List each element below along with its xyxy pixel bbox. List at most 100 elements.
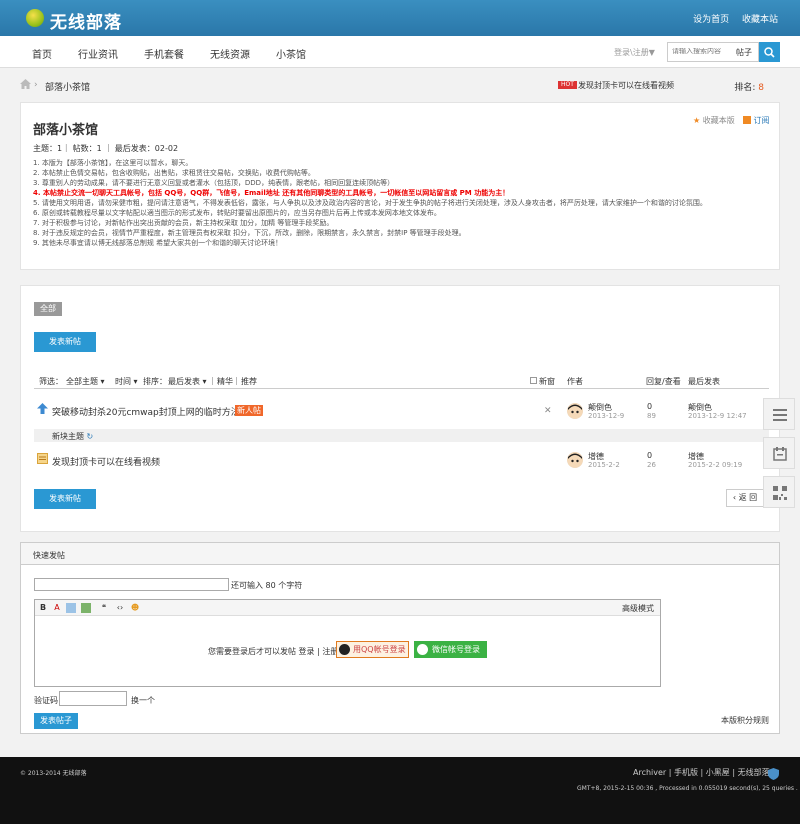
- reply-count: 0: [647, 402, 653, 411]
- rule-item: 7. 对于积极参与讨论，对新帖作出突出贡献的会员，新主持权采取 加分，加精 等管…: [33, 219, 334, 227]
- search-type-select[interactable]: 帖子: [736, 47, 752, 58]
- filter-time[interactable]: 时间 ▾: [115, 376, 138, 387]
- back-button[interactable]: ‹ 返 回: [726, 489, 764, 507]
- new-thread-button-bottom[interactable]: 发表新帖: [34, 489, 96, 509]
- breadcrumb: › 部落小茶馆 HOT 发现封顶卡可以在线看视频 排名: 8: [20, 78, 780, 94]
- close-icon[interactable]: ✕: [544, 406, 552, 416]
- breadcrumb-forum[interactable]: 部落小茶馆: [45, 80, 90, 93]
- credit-rules-link[interactable]: 本版积分规则: [721, 715, 769, 726]
- quick-post-title: 快速发帖: [33, 551, 65, 560]
- avatar[interactable]: [567, 403, 583, 419]
- favorite-forum-button[interactable]: ★ 收藏本版: [693, 115, 735, 126]
- last-post-time[interactable]: 2013-12-9 12:47: [688, 412, 747, 420]
- qrcode-icon: [773, 486, 787, 500]
- forum-rules: 1. 本版为【部落小茶馆】，在这里可以暂水，聊天。 2. 本帖禁止色情交易帖，包…: [33, 158, 773, 248]
- wechat-login-label: 微信帐号登录: [432, 645, 480, 654]
- nav-home[interactable]: 首页: [32, 46, 52, 61]
- breadcrumb-separator: ›: [34, 80, 38, 90]
- nav-resources[interactable]: 无线资源: [210, 46, 250, 61]
- copyright: © 2013-2014 无线部落: [20, 770, 87, 777]
- nav-teahouse[interactable]: 小茶馆: [276, 46, 306, 61]
- rule-item-highlight: 4. 本帖禁止交流一切聊天工具帐号，包括 QQ号，QQ群，飞信号，Email地址…: [33, 189, 510, 197]
- search-button[interactable]: [759, 42, 780, 62]
- filter-digest[interactable]: 精华: [217, 376, 233, 387]
- home-icon[interactable]: [20, 79, 31, 89]
- list-icon: [773, 409, 787, 421]
- nav-plans[interactable]: 手机套餐: [144, 46, 184, 61]
- rss-icon: [743, 116, 751, 124]
- qq-login-label: 用QQ帐号登录: [353, 645, 406, 654]
- set-home-link[interactable]: 设为首页: [693, 15, 729, 25]
- site-logo-text[interactable]: 无线部落: [50, 8, 122, 33]
- thread-title-link[interactable]: 突破移动封杀20元cmwap封顶上网的临时方法: [52, 405, 240, 418]
- rule-item: 6. 原创或转载教程尽量以文字帖配以適当图示的形式发布，转贴时要留出原图片的，应…: [33, 209, 441, 217]
- edit-icon: [773, 447, 787, 461]
- nav-news[interactable]: 行业资讯: [78, 46, 118, 61]
- submit-post-button[interactable]: 发表帖子: [34, 713, 78, 729]
- col-replies-views: 回复/查看: [646, 377, 681, 386]
- col-author: 作者: [567, 377, 583, 386]
- star-icon: ★: [693, 116, 701, 125]
- top-header-bar: 无线部落 设为首页 收藏本站: [0, 0, 800, 36]
- hot-badge: HOT: [558, 81, 577, 89]
- post-editor[interactable]: B A ❝ ‹› ☻ 高级模式 您需要登录后才可以发帖 登录 | 注册 用QQ帐…: [34, 599, 661, 687]
- pinned-thread-icon: [37, 403, 48, 414]
- image-icon[interactable]: [66, 603, 76, 613]
- side-list-button[interactable]: [763, 398, 795, 430]
- captcha-change-link[interactable]: 换一个: [131, 695, 155, 706]
- sort-label: 排序：: [143, 377, 167, 386]
- new-user-badge: 新人帖: [235, 405, 263, 416]
- code-icon[interactable]: ‹›: [115, 603, 125, 613]
- col-last-post: 最后发表: [688, 377, 720, 386]
- new-thread-button[interactable]: 发表新帖: [34, 332, 96, 352]
- quote-icon[interactable]: ❝: [99, 603, 109, 613]
- rss-button[interactable]: 订阅: [743, 115, 770, 126]
- new-window-label: 新窗: [539, 377, 555, 386]
- advanced-mode-link[interactable]: 高级模式: [622, 603, 654, 614]
- smiley-icon[interactable]: ☻: [130, 603, 140, 613]
- footer-links[interactable]: Archiver | 手机版 | 小黑屋 | 无线部落: [633, 767, 770, 778]
- login-required-message[interactable]: 您需要登录后才可以发帖 登录 | 注册: [208, 646, 338, 657]
- last-post-time[interactable]: 2015-2-2 09:19: [688, 461, 742, 469]
- rule-item: 3. 尊重别人的劳动成果，请不要进行无意义回复或者灌水（包括顶，DDD，纯表情，…: [33, 179, 395, 187]
- logo-icon: [26, 9, 44, 27]
- page-title: 部落小茶馆: [33, 123, 99, 138]
- thread-title-link[interactable]: 发现封顶卡可以在线看视频: [52, 455, 160, 468]
- rule-item: 1. 本版为【部落小茶馆】，在这里可以暂水，聊天。: [33, 159, 193, 167]
- qq-icon: [339, 644, 350, 655]
- font-color-icon[interactable]: A: [52, 603, 62, 613]
- side-edit-button[interactable]: [763, 437, 795, 469]
- refresh-icon[interactable]: ↻: [87, 432, 94, 441]
- captcha-input[interactable]: [59, 691, 127, 706]
- filter-bar: 筛选： 全部主题 ▾ 时间 ▾ 排序： 最后发表 ▾ | 精华 | 推荐 新窗 …: [34, 373, 769, 389]
- sort-last-post[interactable]: 最后发表 ▾: [168, 376, 207, 387]
- shield-icon[interactable]: [768, 768, 779, 780]
- subject-input[interactable]: [34, 578, 229, 591]
- reply-count: 0: [647, 451, 653, 460]
- new-window-checkbox[interactable]: [530, 377, 537, 384]
- qq-login-button[interactable]: 用QQ帐号登录: [336, 641, 409, 658]
- wechat-login-button[interactable]: 微信帐号登录: [414, 641, 487, 658]
- favorite-link[interactable]: 收藏本站: [742, 15, 778, 25]
- search-input[interactable]: [672, 48, 730, 55]
- filter-all-topics[interactable]: 全部主题 ▾: [66, 376, 105, 387]
- forum-info-panel: 部落小茶馆 ★ 收藏本版 订阅 主题：1｜ 帖数：1 ｜ 最后发表：02-02 …: [20, 102, 780, 270]
- tab-all[interactable]: 全部: [34, 302, 62, 316]
- rule-item: 5. 请使用文明用语，请勿采健市粗，提问请注意语气，不得发表低俗，露张，与人争执…: [33, 199, 707, 207]
- login-register-dropdown[interactable]: 登录\注册▼: [614, 47, 655, 58]
- top-links: 设为首页 收藏本站: [683, 12, 778, 25]
- quick-post-header: 快速发帖: [21, 543, 779, 565]
- bold-icon[interactable]: B: [38, 603, 48, 613]
- side-qrcode-button[interactable]: [763, 476, 795, 508]
- thread-icon: [37, 453, 48, 464]
- filter-sep: |: [235, 376, 238, 385]
- footer-gmt-info: GMT+8, 2015-2-15 00:36 , Processed in 0.…: [577, 785, 798, 792]
- filter-recommend[interactable]: 推荐: [241, 376, 257, 387]
- thread-date: 2013-12-9: [588, 412, 625, 420]
- link-icon[interactable]: [81, 603, 91, 613]
- hot-thread-link[interactable]: 发现封顶卡可以在线看视频: [578, 80, 674, 91]
- divider-text: 新块主题: [52, 432, 84, 441]
- avatar[interactable]: [567, 452, 583, 468]
- search-box: 帖子: [667, 42, 759, 62]
- avatar-icon: [567, 403, 583, 419]
